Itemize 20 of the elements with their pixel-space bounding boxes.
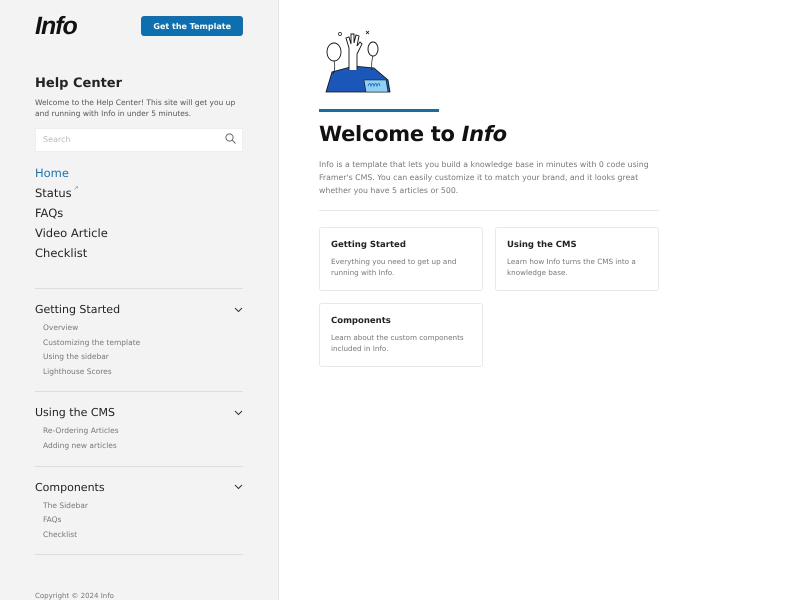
- card-title: Using the CMS: [507, 240, 578, 250]
- logo[interactable]: Info: [35, 12, 77, 40]
- nav-link[interactable]: Status: [35, 186, 78, 201]
- nav-link[interactable]: FAQs: [35, 206, 64, 221]
- nav-link[interactable]: Checklist: [35, 246, 88, 261]
- search-icon: [225, 133, 236, 144]
- nav-link[interactable]: Video Article: [35, 226, 108, 241]
- sidebar-title: Help Center: [35, 76, 124, 91]
- card-title: Components: [331, 316, 392, 326]
- search-field[interactable]: Search: [35, 128, 243, 152]
- card-title: Getting Started: [331, 240, 407, 250]
- page-heading: Welcome to Info: [319, 122, 507, 146]
- chevron-icon[interactable]: [234, 484, 243, 490]
- section-title[interactable]: Getting Started: [35, 303, 120, 316]
- get-template-button[interactable]: Get the Template: [141, 16, 243, 36]
- nav-link[interactable]: Home: [35, 166, 69, 181]
- section-title[interactable]: Using the CMS: [35, 406, 115, 420]
- section-title[interactable]: Components: [35, 480, 105, 494]
- chevron-icon[interactable]: [234, 306, 243, 312]
- chevron-icon[interactable]: [234, 410, 243, 416]
